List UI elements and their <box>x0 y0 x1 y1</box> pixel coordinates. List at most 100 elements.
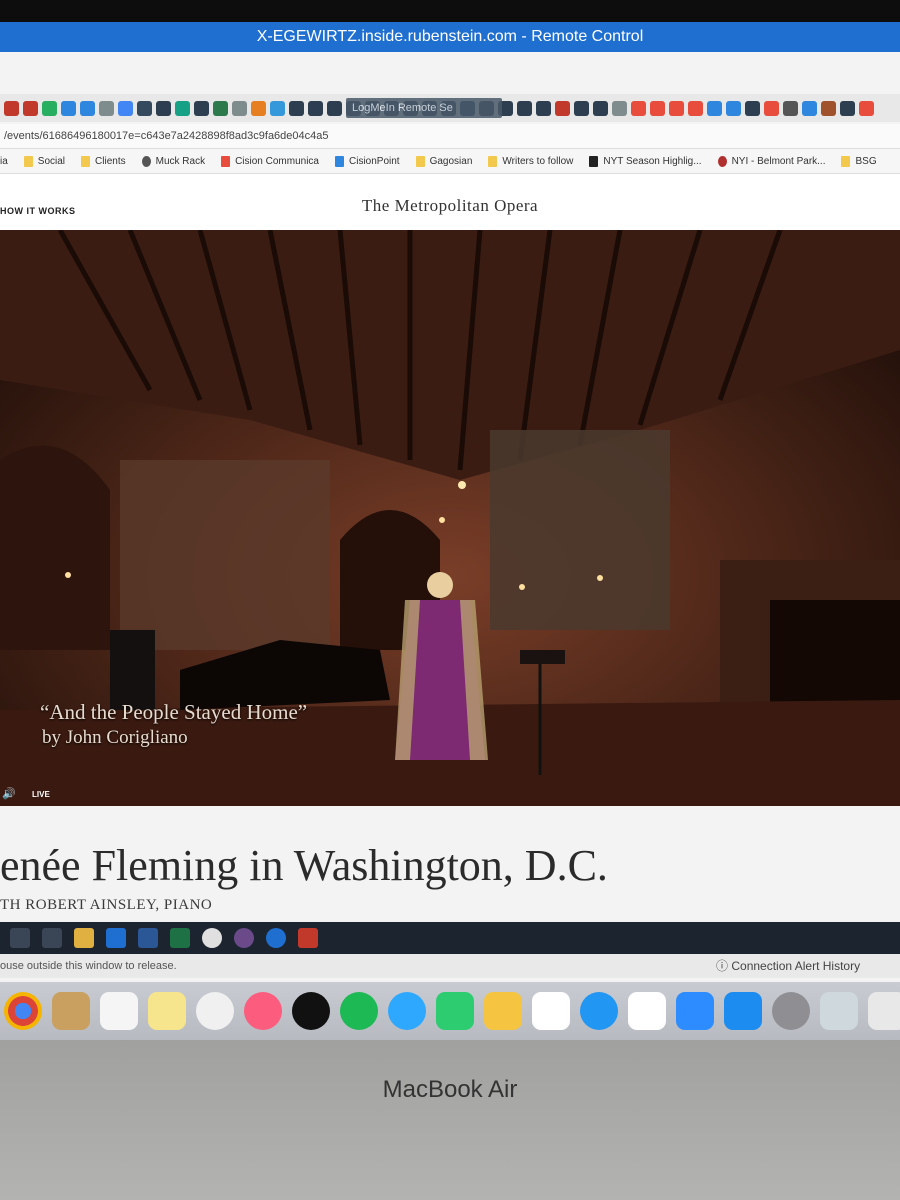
folder-icon <box>415 155 425 167</box>
bookmark-item[interactable]: Writers to follow <box>488 155 573 167</box>
extension-icon[interactable] <box>232 100 247 116</box>
photo-frame: X-EGEWIRTZ.inside.rubenstein.com - Remot… <box>0 0 900 1200</box>
extension-icon[interactable] <box>726 100 741 116</box>
logmein-overlay[interactable]: LogMeIn Remote Se <box>346 98 502 118</box>
extension-icon[interactable] <box>270 100 285 116</box>
extension-icon[interactable] <box>308 100 323 116</box>
edge-icon[interactable] <box>266 928 286 948</box>
messages-icon[interactable] <box>388 992 426 1030</box>
notes-icon[interactable] <box>148 992 186 1030</box>
page-title: enée Fleming in Washington, D.C. <box>0 841 608 890</box>
search-icon[interactable] <box>10 928 30 948</box>
macbook-label: MacBook Air <box>382 1076 518 1103</box>
system-preferences-icon[interactable] <box>772 992 810 1030</box>
extension-icon[interactable] <box>213 100 228 116</box>
bookmark-item[interactable]: CisionPoint <box>335 155 400 167</box>
flickr-icon[interactable] <box>580 992 618 1030</box>
extension-icon[interactable] <box>783 100 798 116</box>
bookmark-item[interactable]: Muck Rack <box>141 155 205 167</box>
bookmark-item[interactable]: Gagosian <box>415 155 472 167</box>
extension-icon[interactable] <box>688 100 703 116</box>
extension-icon[interactable] <box>175 100 190 116</box>
extension-icon[interactable] <box>650 100 665 116</box>
preview-icon[interactable] <box>484 992 522 1030</box>
extension-icon[interactable] <box>42 100 57 116</box>
powerpoint-icon[interactable] <box>298 928 318 948</box>
extension-icon[interactable] <box>593 100 608 116</box>
met-opera-logo[interactable]: The Metropolitan Opera <box>0 196 900 216</box>
folder-icon <box>23 155 33 167</box>
speaker-icon[interactable]: 🔊 <box>2 787 16 800</box>
excel-icon[interactable] <box>170 928 190 948</box>
extension-icon[interactable] <box>251 100 266 116</box>
spotify-icon[interactable] <box>340 992 378 1030</box>
extension-icon[interactable] <box>821 100 836 116</box>
video-caption-title: “And the People Stayed Home” <box>40 700 308 724</box>
outlook-icon[interactable] <box>106 928 126 948</box>
app-store-icon[interactable] <box>724 992 762 1030</box>
extension-icon[interactable] <box>802 100 817 116</box>
extension-icon[interactable] <box>764 100 779 116</box>
word-icon[interactable] <box>138 928 158 948</box>
extension-icon[interactable] <box>745 100 760 116</box>
extension-icon[interactable] <box>631 100 646 116</box>
extension-icon[interactable] <box>327 100 342 116</box>
video-caption-composer: by John Corigliano <box>42 727 188 748</box>
remote-screen[interactable]: LogMeIn Remote Se /events/61686496180017… <box>0 52 900 982</box>
connection-alert-history-link[interactable]: ⓘ Connection Alert History <box>716 954 860 978</box>
live-badge: LIVE <box>32 790 50 799</box>
address-bar[interactable]: /events/61686496180017e=c643e7a2428898f8… <box>0 124 900 149</box>
extension-icon[interactable] <box>707 100 722 116</box>
extension-icon[interactable] <box>4 100 19 116</box>
bookmark-item[interactable]: NYI - Belmont Park... <box>717 155 825 167</box>
music-icon[interactable] <box>244 992 282 1030</box>
folder-icon <box>841 155 851 167</box>
bookmark-item[interactable]: Clients <box>81 155 126 167</box>
bookmark-item[interactable]: BSG <box>841 155 877 167</box>
chrome-icon[interactable] <box>202 928 222 948</box>
extension-icon[interactable] <box>99 100 114 116</box>
window-title: X-EGEWIRTZ.inside.rubenstein.com - Remot… <box>256 28 644 45</box>
extension-icon[interactable] <box>859 100 874 116</box>
nyi-icon <box>717 155 727 167</box>
slack-icon[interactable] <box>234 928 254 948</box>
calendar-icon[interactable] <box>100 992 138 1030</box>
extension-icon[interactable] <box>555 100 570 116</box>
bezel-top <box>0 0 900 22</box>
photos-icon[interactable] <box>196 992 234 1030</box>
contacts-icon[interactable] <box>52 992 90 1030</box>
mac-dock <box>0 982 900 1040</box>
extension-icon[interactable] <box>536 100 551 116</box>
file-explorer-icon[interactable] <box>74 928 94 948</box>
extension-icon[interactable] <box>612 100 627 116</box>
globe-icon <box>141 155 151 167</box>
task-view-icon[interactable] <box>42 928 62 948</box>
extension-icon[interactable] <box>80 100 95 116</box>
bookmark-item[interactable]: Social <box>23 155 65 167</box>
facetime-icon[interactable] <box>436 992 474 1030</box>
remote-control-titlebar: X-EGEWIRTZ.inside.rubenstein.com - Remot… <box>0 22 900 52</box>
extension-icon[interactable] <box>840 100 855 116</box>
slack-icon[interactable] <box>628 992 666 1030</box>
zoom-icon[interactable] <box>676 992 714 1030</box>
extension-icon[interactable] <box>61 100 76 116</box>
extension-icon[interactable] <box>669 100 684 116</box>
extension-icon[interactable] <box>118 100 133 116</box>
chrome-icon[interactable] <box>4 992 42 1030</box>
bookmark-item[interactable]: NYT Season Highlig... <box>589 155 702 167</box>
extension-icon[interactable] <box>23 100 38 116</box>
bookmark-item[interactable]: Cision Communica <box>221 155 319 167</box>
extension-icon[interactable] <box>137 100 152 116</box>
image-capture-icon[interactable] <box>820 992 858 1030</box>
extension-icon[interactable] <box>517 100 532 116</box>
extension-icon[interactable] <box>574 100 589 116</box>
uk-flag-icon[interactable] <box>868 992 900 1030</box>
numbers-icon[interactable] <box>532 992 570 1030</box>
apple-tv-icon[interactable] <box>292 992 330 1030</box>
extension-icon[interactable] <box>289 100 304 116</box>
video-player[interactable]: “And the People Stayed Home” by John Cor… <box>0 230 900 806</box>
bookmarks-bar: ia Social Clients Muck Rack Cision Commu… <box>0 149 900 174</box>
extension-icon[interactable] <box>194 100 209 116</box>
bookmark-item[interactable]: ia <box>0 156 8 167</box>
extension-icon[interactable] <box>156 100 171 116</box>
